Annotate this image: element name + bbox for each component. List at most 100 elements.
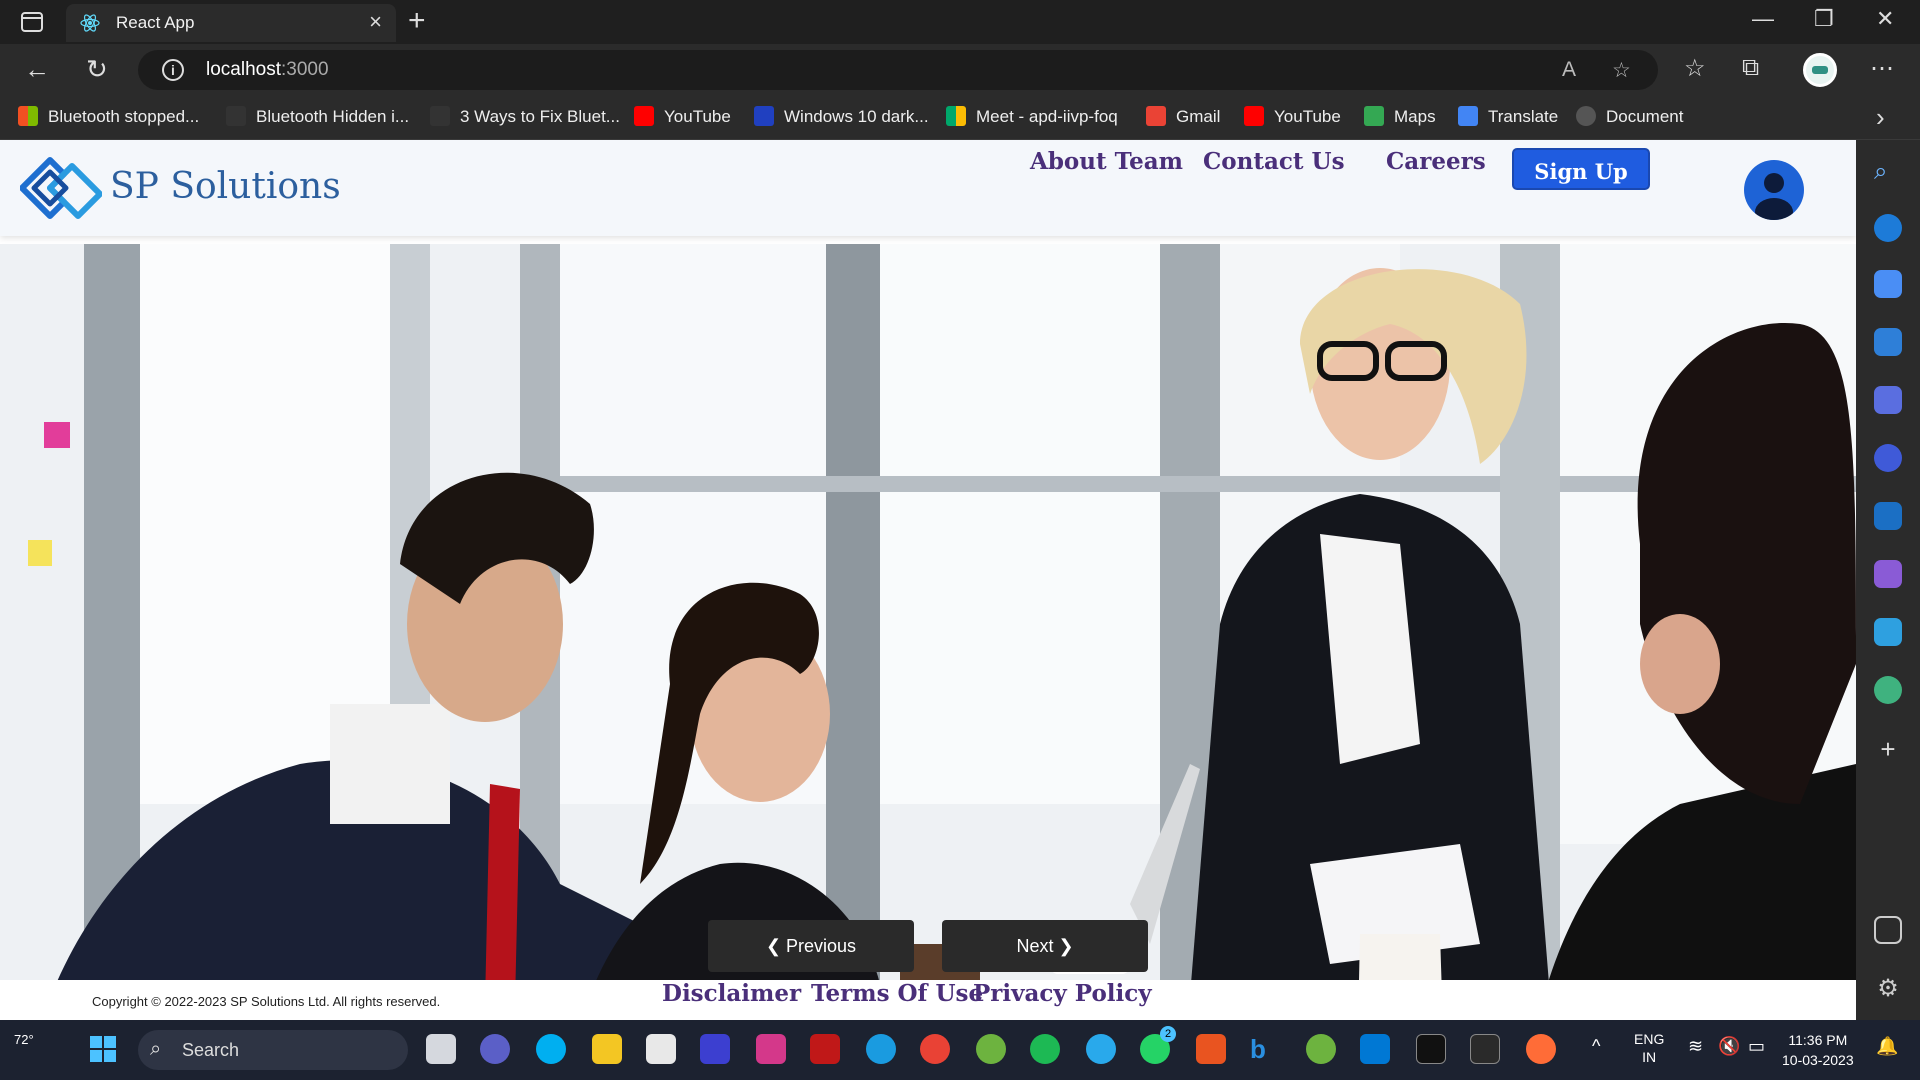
battery-icon[interactable]: ▭ bbox=[1748, 1036, 1765, 1057]
microsoft-store-icon[interactable] bbox=[646, 1034, 676, 1064]
te-icon bbox=[226, 106, 246, 126]
office-icon[interactable] bbox=[1874, 444, 1902, 472]
bookmark-item[interactable]: Document bbox=[1576, 106, 1683, 130]
clock-time: 11:36 PM bbox=[1788, 1032, 1848, 1048]
back-icon[interactable]: ← bbox=[24, 54, 50, 85]
carousel-previous-button[interactable]: ❮ Previous bbox=[708, 920, 914, 972]
clock-date: 10-03-2023 bbox=[1782, 1052, 1854, 1068]
settings-more-icon[interactable]: ⋯ bbox=[1870, 54, 1894, 83]
nav-about-team[interactable]: About Team bbox=[1030, 148, 1183, 175]
nav-careers[interactable]: Careers bbox=[1386, 148, 1486, 175]
file-explorer-icon[interactable] bbox=[592, 1034, 622, 1064]
bookmark-item[interactable]: Translate bbox=[1458, 106, 1558, 130]
maps-icon bbox=[1364, 106, 1384, 126]
designer-icon[interactable] bbox=[1874, 560, 1902, 588]
bing-icon[interactable]: b bbox=[1250, 1034, 1280, 1064]
app-icon[interactable] bbox=[700, 1034, 730, 1064]
sign-up-button[interactable]: Sign Up bbox=[1512, 148, 1650, 190]
bookmark-label: Translate bbox=[1488, 107, 1559, 126]
read-aloud-icon[interactable]: A bbox=[1562, 58, 1576, 82]
nav-contact-us[interactable]: Contact Us bbox=[1203, 148, 1345, 175]
tab-actions-icon[interactable] bbox=[18, 10, 48, 34]
clock[interactable]: 11:36 PM 10-03-2023 bbox=[1782, 1030, 1854, 1070]
windows-taskbar: 72° ⌕ Search 2 b ^ ENG IN ≋ 🔇 ▭ 11:36 PM 1… bbox=[0, 1020, 1920, 1080]
brand-name[interactable]: SP Solutions bbox=[110, 166, 341, 207]
gear-icon[interactable]: ⚙ bbox=[1874, 974, 1902, 1002]
footer-link-terms[interactable]: Terms Of Use bbox=[811, 980, 983, 1007]
chevron-up-icon[interactable]: ^ bbox=[1592, 1036, 1600, 1057]
footer-link-disclaimer[interactable]: Disclaimer bbox=[662, 980, 801, 1007]
favorites-icon[interactable]: ☆ bbox=[1684, 54, 1706, 83]
weather-widget[interactable]: 72° bbox=[14, 1032, 34, 1047]
shopping-tag-icon[interactable] bbox=[1874, 270, 1902, 298]
teams-chat-icon[interactable] bbox=[480, 1034, 510, 1064]
bookmark-item[interactable]: YouTube bbox=[634, 106, 731, 130]
new-tab-icon[interactable]: + bbox=[408, 4, 426, 38]
browser-tab-active[interactable]: React App × bbox=[66, 4, 396, 42]
bookmark-item[interactable]: Bluetooth Hidden i... bbox=[226, 106, 409, 130]
bookmark-item[interactable]: Gmail bbox=[1146, 106, 1220, 130]
user-avatar-icon[interactable] bbox=[1744, 160, 1804, 220]
taskbar-search-label: Search bbox=[182, 1040, 240, 1060]
mysql-icon[interactable] bbox=[1470, 1034, 1500, 1064]
search-icon[interactable]: ⌕ bbox=[1874, 158, 1902, 186]
wifi-icon[interactable]: ≋ bbox=[1688, 1036, 1703, 1057]
tools-icon[interactable] bbox=[1874, 328, 1902, 356]
collections-icon[interactable]: ⧉ bbox=[1742, 54, 1759, 82]
bookmark-item[interactable]: Windows 10 dark... bbox=[754, 106, 929, 130]
te-icon bbox=[430, 106, 450, 126]
send-icon[interactable] bbox=[1874, 618, 1902, 646]
bookmark-label: Gmail bbox=[1176, 107, 1221, 126]
restore-icon[interactable]: ❐ bbox=[1814, 6, 1834, 32]
vscode-icon[interactable] bbox=[1360, 1034, 1390, 1064]
bookmark-item[interactable]: Meet - apd-iivp-foq bbox=[946, 106, 1118, 130]
hide-sidebar-icon[interactable] bbox=[1874, 916, 1902, 944]
task-view-icon[interactable] bbox=[426, 1034, 456, 1064]
footer-link-privacy[interactable]: Privacy Policy bbox=[973, 980, 1152, 1007]
bookmark-item[interactable]: YouTube bbox=[1244, 106, 1341, 130]
bing-chat-icon[interactable] bbox=[1874, 214, 1902, 242]
minimize-icon[interactable]: — bbox=[1752, 6, 1774, 32]
tab-close-icon[interactable]: × bbox=[369, 9, 382, 35]
ubuntu-icon[interactable] bbox=[1196, 1034, 1226, 1064]
site-header: SP Solutions About Team Contact Us Caree… bbox=[0, 140, 1856, 236]
add-icon[interactable]: + bbox=[1874, 734, 1902, 764]
telegram-icon[interactable] bbox=[1086, 1034, 1116, 1064]
notification-bell-icon[interactable]: 🔔 bbox=[1876, 1036, 1898, 1057]
taskbar-search[interactable]: ⌕ Search bbox=[138, 1030, 408, 1070]
address-field[interactable]: i localhost:3000 A ☆ bbox=[138, 50, 1658, 90]
refresh-icon[interactable]: ↻ bbox=[86, 54, 108, 85]
bookmark-label: 3 Ways to Fix Bluet... bbox=[460, 107, 620, 126]
carousel-next-button[interactable]: Next ❯ bbox=[942, 920, 1148, 972]
bookmark-label: Windows 10 dark... bbox=[784, 107, 929, 126]
site-info-icon[interactable]: i bbox=[162, 59, 184, 81]
edge-icon[interactable] bbox=[866, 1034, 896, 1064]
chevron-right-icon[interactable]: › bbox=[1876, 102, 1885, 133]
creative-cloud-icon[interactable] bbox=[756, 1034, 786, 1064]
chrome-icon[interactable] bbox=[920, 1034, 950, 1064]
add-favorite-icon[interactable]: ☆ bbox=[1612, 58, 1631, 83]
profile-avatar[interactable] bbox=[1803, 53, 1837, 87]
outlook-icon[interactable] bbox=[1874, 502, 1902, 530]
spring-icon[interactable] bbox=[976, 1034, 1006, 1064]
office-meeting-photo bbox=[0, 244, 1856, 1020]
volume-muted-icon[interactable]: 🔇 bbox=[1718, 1036, 1740, 1057]
bookmark-label: YouTube bbox=[664, 107, 731, 126]
language-indicator[interactable]: ENG IN bbox=[1634, 1030, 1664, 1066]
bookmark-item[interactable]: Maps bbox=[1364, 106, 1436, 130]
spring-tool-icon[interactable] bbox=[1306, 1034, 1336, 1064]
terminal-icon[interactable] bbox=[1416, 1034, 1446, 1064]
spotify-icon[interactable] bbox=[1030, 1034, 1060, 1064]
windows-start-icon[interactable] bbox=[88, 1034, 118, 1064]
tree-icon[interactable] bbox=[1874, 676, 1902, 704]
games-icon[interactable] bbox=[1874, 386, 1902, 414]
bookmark-item[interactable]: Bluetooth stopped... bbox=[18, 106, 199, 130]
postman-icon[interactable] bbox=[1526, 1034, 1556, 1064]
skype-icon[interactable] bbox=[536, 1034, 566, 1064]
bookmark-item[interactable]: 3 Ways to Fix Bluet... bbox=[430, 106, 620, 130]
hero-carousel-image bbox=[0, 244, 1856, 1020]
mcafee-icon[interactable] bbox=[810, 1034, 840, 1064]
copyright-text: Copyright © 2022-2023 SP Solutions Ltd. … bbox=[92, 994, 441, 1009]
url-host: localhost bbox=[206, 59, 281, 80]
window-close-icon[interactable]: ✕ bbox=[1876, 6, 1894, 32]
